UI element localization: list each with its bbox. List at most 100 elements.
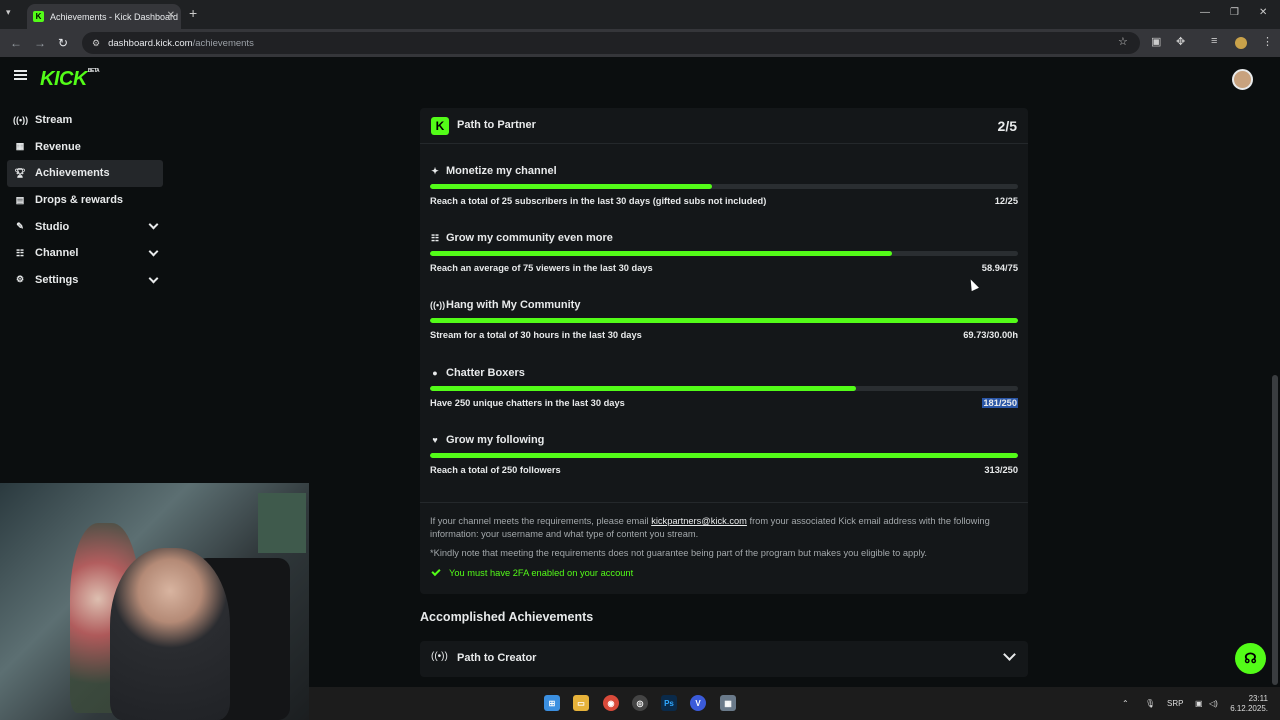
sparkle-icon: ✦ [431, 165, 439, 176]
microphone-icon[interactable]: 🎙︎ [1145, 699, 1155, 708]
minimize-icon[interactable]: — [1200, 7, 1210, 18]
reload-icon[interactable]: ↻ [58, 36, 68, 50]
tray-expand-icon[interactable]: ⌃ [1122, 699, 1129, 708]
bookmark-star-icon[interactable]: ☆ [1118, 35, 1128, 48]
extension-icon[interactable]: ▣ [1151, 35, 1161, 48]
sidebar-item-settings[interactable]: ⚙ Settings [7, 267, 163, 294]
kick-favicon-icon: K [33, 11, 44, 22]
chart-icon: ▦ [15, 141, 25, 152]
goal-description: Reach a total of 250 followers [430, 465, 561, 475]
site-info-icon[interactable]: ⚙ [92, 38, 100, 49]
kick-logo[interactable]: KICKBETA [40, 68, 100, 91]
media-control-icon[interactable]: ≡ [1211, 35, 1217, 47]
windows-start-icon[interactable]: ⊞ [544, 695, 560, 711]
help-chat-button[interactable]: ☊ [1235, 643, 1266, 674]
clock-date: 6.12.2025. [1230, 704, 1268, 713]
vpn-icon[interactable]: V [690, 695, 706, 711]
tab-close-icon[interactable]: ✕ [167, 10, 175, 21]
tab-search-icon[interactable]: ▾ [6, 7, 11, 18]
goal-description: Stream for a total of 30 hours in the la… [430, 330, 642, 340]
volume-icon[interactable]: ◁) [1209, 699, 1218, 708]
goal-description: Reach a total of 25 subscribers in the l… [430, 196, 767, 206]
broadcast-icon: ((•)) [430, 300, 446, 310]
headset-icon: ☊ [1244, 650, 1257, 666]
goal-description: Have 250 unique chatters in the last 30 … [430, 398, 625, 408]
progress-bar [430, 386, 1018, 391]
photoshop-icon[interactable]: Ps [661, 695, 677, 711]
sidebar-item-channel[interactable]: ☷ Channel [7, 240, 163, 267]
progress-fill [430, 453, 1018, 458]
new-tab-icon[interactable]: + [189, 5, 197, 21]
sidebar-item-revenue[interactable]: ▦ Revenue [7, 134, 163, 161]
forward-icon[interactable]: → [34, 36, 46, 50]
sidebar-item-achievements[interactable]: 🏆︎ Achievements [7, 160, 163, 187]
achievement-title: Path to Creator [457, 652, 537, 664]
url-host: dashboard.kick.com [108, 37, 193, 49]
url-input[interactable]: ⚙ dashboard.kick.com/achievements [82, 32, 1140, 54]
goal-title: Chatter Boxers [446, 367, 525, 379]
window-close-icon[interactable]: ✕ [1259, 7, 1267, 18]
browser-tab-bar: ▾ K Achievements - Kick Dashboard ✕ + — … [0, 0, 1280, 29]
clock[interactable]: 23:11 6.12.2025. [1230, 694, 1268, 714]
requirement-text: You must have 2FA enabled on your accoun… [449, 568, 634, 578]
kick-k-icon: K [431, 117, 449, 135]
goal-description: Reach an average of 75 viewers in the la… [430, 263, 653, 273]
accomplished-heading: Accomplished Achievements [420, 610, 594, 624]
tab-title: Achievements - Kick Dashboard [50, 11, 179, 22]
streamer [110, 548, 230, 720]
goal-title: Grow my community even more [446, 232, 613, 244]
sidebar: ((•)) Stream ▦ Revenue 🏆︎ Achievements ▤… [7, 107, 163, 293]
users-icon: ☷ [430, 232, 440, 243]
sidebar-item-label: Studio [35, 220, 70, 233]
check-icon [431, 566, 441, 577]
sidebar-item-drops[interactable]: ▤ Drops & rewards [7, 187, 163, 214]
goal-title: Hang with My Community [446, 299, 581, 311]
language-indicator[interactable]: SRP [1167, 699, 1183, 708]
network-icon[interactable]: ▣ [1195, 699, 1203, 708]
progress-bar [430, 318, 1018, 323]
progress-fill [430, 318, 1018, 323]
sidebar-item-label: Stream [35, 114, 73, 127]
chevron-down-icon[interactable] [1003, 648, 1016, 661]
profile-icon[interactable] [1235, 37, 1247, 49]
back-icon[interactable]: ← [10, 36, 22, 50]
webcam-overlay [0, 483, 309, 720]
sidebar-item-stream[interactable]: ((•)) Stream [7, 107, 163, 134]
wall-poster [258, 493, 306, 553]
clock-time: 23:11 [1248, 694, 1268, 703]
broadcast-icon: ((•)) [431, 651, 448, 662]
requirement-2fa: You must have 2FA enabled on your accoun… [430, 566, 634, 578]
menu-toggle-icon[interactable] [14, 70, 27, 80]
goal-value: 12/25 [994, 196, 1018, 206]
browser-menu-icon[interactable]: ⋮ [1262, 35, 1273, 48]
extensions-puzzle-icon[interactable]: ✥ [1176, 35, 1185, 48]
chrome-icon[interactable]: ◉ [603, 695, 619, 711]
scrollbar[interactable] [1272, 375, 1278, 685]
heart-icon: ♥ [432, 435, 438, 445]
sidebar-item-studio[interactable]: ✎ Studio [7, 213, 163, 240]
restore-icon[interactable]: ❐ [1230, 7, 1239, 18]
obs-icon[interactable]: ◎ [632, 695, 648, 711]
beta-badge: BETA [87, 68, 100, 74]
sidebar-item-label: Drops & rewards [35, 194, 124, 207]
taskbar: ⊞ ▭ ◉ ◎ Ps V ▦ ⌃ 🎙︎ SRP ▣ ◁) 23:11 6.12.… [309, 687, 1280, 720]
gift-icon: ▤ [15, 194, 25, 205]
avatar[interactable] [1232, 69, 1253, 90]
card-header: K Path to Partner 2/5 [420, 108, 1028, 144]
trophy-icon: 🏆︎ [14, 167, 26, 178]
goal-title: Monetize my channel [446, 165, 557, 177]
goal-value: 313/250 [984, 465, 1018, 475]
disclaimer-note: *Kindly note that meeting the requiremen… [430, 548, 928, 558]
path-to-creator-row[interactable]: ((•)) Path to Creator [420, 641, 1028, 677]
file-explorer-icon[interactable]: ▭ [573, 695, 589, 711]
chevron-down-icon [148, 273, 159, 284]
calculator-icon[interactable]: ▦ [720, 695, 736, 711]
progress-fill [430, 386, 856, 391]
sidebar-item-label: Achievements [35, 167, 110, 180]
partner-email-link[interactable]: kickpartners@kick.com [651, 516, 747, 526]
url-path: /achievements [192, 37, 254, 49]
chevron-down-icon [148, 246, 159, 257]
browser-tab[interactable]: K Achievements - Kick Dashboard ✕ [27, 4, 181, 29]
goal-title: Grow my following [446, 434, 545, 446]
users-icon: ☷ [15, 247, 25, 258]
